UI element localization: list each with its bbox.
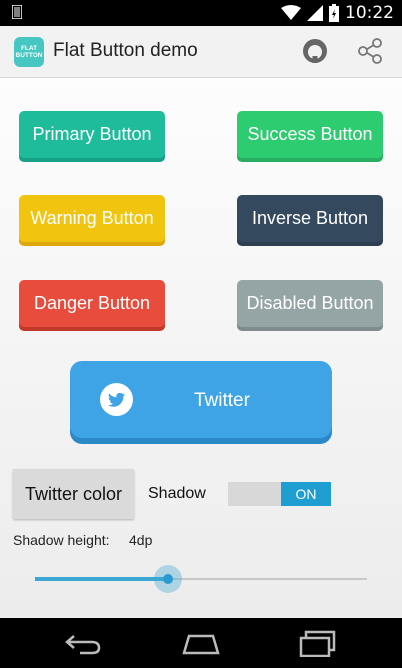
recent-apps-icon[interactable]	[297, 629, 339, 657]
wifi-icon	[281, 5, 301, 20]
shadow-label: Shadow	[148, 485, 206, 502]
shadow-toggle[interactable]: ON	[228, 482, 331, 506]
inverse-button[interactable]: Inverse Button	[237, 195, 383, 242]
twitter-color-button[interactable]: Twitter color	[13, 469, 134, 519]
github-icon[interactable]	[301, 37, 329, 65]
home-icon[interactable]	[180, 630, 222, 656]
share-icon[interactable]	[356, 37, 384, 65]
navigation-bar	[0, 618, 402, 668]
signal-icon	[307, 5, 323, 21]
shadow-height-label: Shadow height:	[13, 532, 110, 548]
twitter-icon	[100, 383, 133, 416]
danger-button[interactable]: Danger Button	[19, 280, 165, 327]
app-icon-line2: BUTTON	[15, 52, 43, 59]
shadow-height-value: 4dp	[129, 532, 153, 548]
notification-icon	[12, 5, 22, 19]
disabled-button: Disabled Button	[237, 280, 383, 327]
app-icon-line1: FLAT	[20, 45, 38, 52]
slider-fill	[35, 577, 168, 581]
toggle-on-label: ON	[281, 482, 331, 506]
action-bar: FLAT BUTTON Flat Button demo	[0, 26, 402, 78]
back-icon[interactable]	[62, 630, 104, 656]
status-bar: 10:22	[0, 0, 402, 26]
clock: 10:22	[345, 3, 394, 23]
battery-icon	[329, 4, 339, 22]
primary-button[interactable]: Primary Button	[19, 111, 165, 158]
warning-button[interactable]: Warning Button	[19, 195, 165, 242]
app-icon: FLAT BUTTON	[14, 37, 44, 67]
shadow-height-slider[interactable]	[35, 565, 367, 593]
twitter-button[interactable]: Twitter	[70, 361, 332, 438]
app-title: Flat Button demo	[53, 40, 198, 61]
main-content: Primary Button Success Button Warning Bu…	[0, 78, 402, 618]
twitter-button-label: Twitter	[194, 390, 250, 411]
success-button[interactable]: Success Button	[237, 111, 383, 158]
slider-thumb[interactable]	[163, 574, 173, 584]
toggle-off-side	[228, 482, 281, 506]
